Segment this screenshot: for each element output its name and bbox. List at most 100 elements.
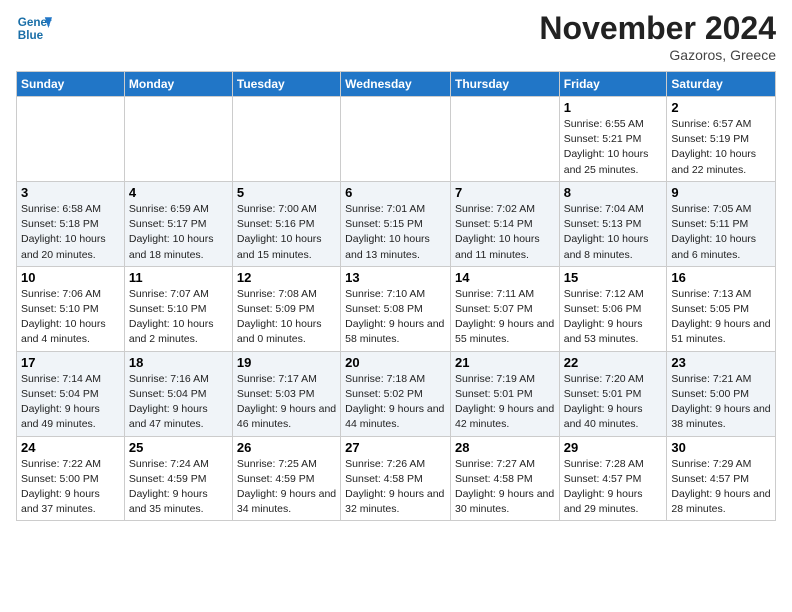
month-title: November 2024 (539, 10, 776, 47)
calendar-cell: 19Sunrise: 7:17 AMSunset: 5:03 PMDayligh… (232, 351, 340, 436)
day-number: 3 (21, 185, 120, 200)
day-info: Sunrise: 7:10 AMSunset: 5:08 PMDaylight:… (345, 287, 446, 348)
calendar-cell: 8 Sunrise: 7:04 AMSunset: 5:13 PMDaylight… (559, 181, 667, 266)
calendar-header-wednesday: Wednesday (341, 72, 451, 97)
calendar-cell: 30 Sunrise: 7:29 AMSunset: 4:57 PMDayligh… (667, 436, 776, 521)
day-info: Sunrise: 7:02 AMSunset: 5:14 PMDaylight:… (455, 202, 555, 263)
day-info: Sunrise: 7:06 AMSunset: 5:10 PMDaylight:… (21, 287, 120, 348)
header: General Blue November 2024 Gazoros, Gree… (16, 10, 776, 63)
location: Gazoros, Greece (539, 47, 776, 63)
day-info: Sunrise: 7:26 AMSunset: 4:58 PMDaylight:… (345, 457, 446, 518)
day-number: 29 (564, 440, 663, 455)
day-info: Sunrise: 7:04 AMSunset: 5:13 PMDaylight:… (564, 202, 663, 263)
day-number: 9 (671, 185, 771, 200)
calendar-cell: 5 Sunrise: 7:00 AMSunset: 5:16 PMDaylight… (232, 181, 340, 266)
page: General Blue November 2024 Gazoros, Gree… (0, 0, 792, 537)
day-info: Sunrise: 7:14 AMSunset: 5:04 PMDaylight:… (21, 372, 120, 433)
day-info: Sunrise: 6:55 AMSunset: 5:21 PMDaylight:… (564, 117, 663, 178)
day-number: 4 (129, 185, 228, 200)
calendar-cell: 13 Sunrise: 7:10 AMSunset: 5:08 PMDayligh… (341, 266, 451, 351)
calendar-cell: 23 Sunrise: 7:21 AMSunset: 5:00 PMDayligh… (667, 351, 776, 436)
day-info: Sunrise: 7:20 AMSunset: 5:01 PMDaylight:… (564, 372, 663, 433)
day-number: 26 (237, 440, 336, 455)
calendar-cell: 10 Sunrise: 7:06 AMSunset: 5:10 PMDayligh… (17, 266, 125, 351)
calendar-cell: 21 Sunrise: 7:19 AMSunset: 5:01 PMDayligh… (450, 351, 559, 436)
calendar-header-saturday: Saturday (667, 72, 776, 97)
calendar-header-tuesday: Tuesday (232, 72, 340, 97)
day-number: 21 (455, 355, 555, 370)
day-number: 10 (21, 270, 120, 285)
calendar-cell: 15Sunrise: 7:12 AMSunset: 5:06 PMDayligh… (559, 266, 667, 351)
day-number: 22 (564, 355, 663, 370)
day-info: Sunrise: 7:08 AMSunset: 5:09 PMDaylight:… (237, 287, 336, 348)
calendar-cell: 26 Sunrise: 7:25 AMSunset: 4:59 PMDayligh… (232, 436, 340, 521)
day-number: 1 (564, 100, 663, 115)
calendar-cell: 4Sunrise: 6:59 AMSunset: 5:17 PMDaylight… (124, 181, 232, 266)
calendar-cell: 17 Sunrise: 7:14 AMSunset: 5:04 PMDayligh… (17, 351, 125, 436)
day-info: Sunrise: 7:00 AMSunset: 5:16 PMDaylight:… (237, 202, 336, 263)
calendar-cell: 1 Sunrise: 6:55 AMSunset: 5:21 PMDaylight… (559, 97, 667, 182)
day-number: 5 (237, 185, 336, 200)
calendar-cell (17, 97, 125, 182)
day-number: 13 (345, 270, 446, 285)
logo-icon: General Blue (16, 10, 52, 46)
day-number: 2 (671, 100, 771, 115)
day-number: 17 (21, 355, 120, 370)
calendar-cell: 12 Sunrise: 7:08 AMSunset: 5:09 PMDayligh… (232, 266, 340, 351)
day-info: Sunrise: 7:11 AMSunset: 5:07 PMDaylight:… (455, 287, 555, 348)
calendar-cell (341, 97, 451, 182)
day-number: 23 (671, 355, 771, 370)
day-info: Sunrise: 7:29 AMSunset: 4:57 PMDaylight:… (671, 457, 771, 518)
day-info: Sunrise: 7:05 AMSunset: 5:11 PMDaylight:… (671, 202, 771, 263)
day-info: Sunrise: 7:24 AMSunset: 4:59 PMDaylight:… (129, 457, 228, 518)
calendar-cell: 27 Sunrise: 7:26 AMSunset: 4:58 PMDayligh… (341, 436, 451, 521)
day-info: Sunrise: 7:13 AMSunset: 5:05 PMDaylight:… (671, 287, 771, 348)
calendar-cell: 20 Sunrise: 7:18 AMSunset: 5:02 PMDayligh… (341, 351, 451, 436)
calendar-header-monday: Monday (124, 72, 232, 97)
day-info: Sunrise: 7:17 AMSunset: 5:03 PMDaylight:… (237, 372, 336, 433)
calendar-cell: 3 Sunrise: 6:58 AMSunset: 5:18 PMDaylight… (17, 181, 125, 266)
day-number: 28 (455, 440, 555, 455)
calendar-week-4: 17 Sunrise: 7:14 AMSunset: 5:04 PMDayligh… (17, 351, 776, 436)
day-info: Sunrise: 7:12 AMSunset: 5:06 PMDaylight:… (564, 287, 663, 348)
title-block: November 2024 Gazoros, Greece (539, 10, 776, 63)
day-number: 27 (345, 440, 446, 455)
calendar-cell: 6Sunrise: 7:01 AMSunset: 5:15 PMDaylight… (341, 181, 451, 266)
calendar-cell: 2Sunrise: 6:57 AMSunset: 5:19 PMDaylight… (667, 97, 776, 182)
calendar-cell: 18Sunrise: 7:16 AMSunset: 5:04 PMDayligh… (124, 351, 232, 436)
day-number: 25 (129, 440, 228, 455)
calendar-cell: 7Sunrise: 7:02 AMSunset: 5:14 PMDaylight… (450, 181, 559, 266)
day-number: 24 (21, 440, 120, 455)
day-info: Sunrise: 7:21 AMSunset: 5:00 PMDaylight:… (671, 372, 771, 433)
day-number: 14 (455, 270, 555, 285)
day-info: Sunrise: 7:28 AMSunset: 4:57 PMDaylight:… (564, 457, 663, 518)
day-info: Sunrise: 6:58 AMSunset: 5:18 PMDaylight:… (21, 202, 120, 263)
day-info: Sunrise: 7:18 AMSunset: 5:02 PMDaylight:… (345, 372, 446, 433)
day-number: 11 (129, 270, 228, 285)
day-number: 12 (237, 270, 336, 285)
calendar-cell: 29 Sunrise: 7:28 AMSunset: 4:57 PMDayligh… (559, 436, 667, 521)
day-number: 30 (671, 440, 771, 455)
day-info: Sunrise: 7:19 AMSunset: 5:01 PMDaylight:… (455, 372, 555, 433)
calendar-header-sunday: Sunday (17, 72, 125, 97)
day-number: 8 (564, 185, 663, 200)
calendar-cell: 25 Sunrise: 7:24 AMSunset: 4:59 PMDayligh… (124, 436, 232, 521)
day-info: Sunrise: 7:27 AMSunset: 4:58 PMDaylight:… (455, 457, 555, 518)
calendar-cell: 16 Sunrise: 7:13 AMSunset: 5:05 PMDayligh… (667, 266, 776, 351)
logo: General Blue (16, 10, 52, 46)
svg-text:Blue: Blue (18, 29, 44, 42)
calendar-header-thursday: Thursday (450, 72, 559, 97)
day-number: 6 (345, 185, 446, 200)
day-info: Sunrise: 7:07 AMSunset: 5:10 PMDaylight:… (129, 287, 228, 348)
calendar-week-2: 3 Sunrise: 6:58 AMSunset: 5:18 PMDaylight… (17, 181, 776, 266)
calendar-header-row: SundayMondayTuesdayWednesdayThursdayFrid… (17, 72, 776, 97)
calendar-week-3: 10 Sunrise: 7:06 AMSunset: 5:10 PMDayligh… (17, 266, 776, 351)
day-number: 18 (129, 355, 228, 370)
calendar-cell (232, 97, 340, 182)
day-number: 20 (345, 355, 446, 370)
calendar-cell (124, 97, 232, 182)
day-info: Sunrise: 7:25 AMSunset: 4:59 PMDaylight:… (237, 457, 336, 518)
calendar-cell: 22 Sunrise: 7:20 AMSunset: 5:01 PMDayligh… (559, 351, 667, 436)
calendar-cell: 28 Sunrise: 7:27 AMSunset: 4:58 PMDayligh… (450, 436, 559, 521)
day-number: 16 (671, 270, 771, 285)
